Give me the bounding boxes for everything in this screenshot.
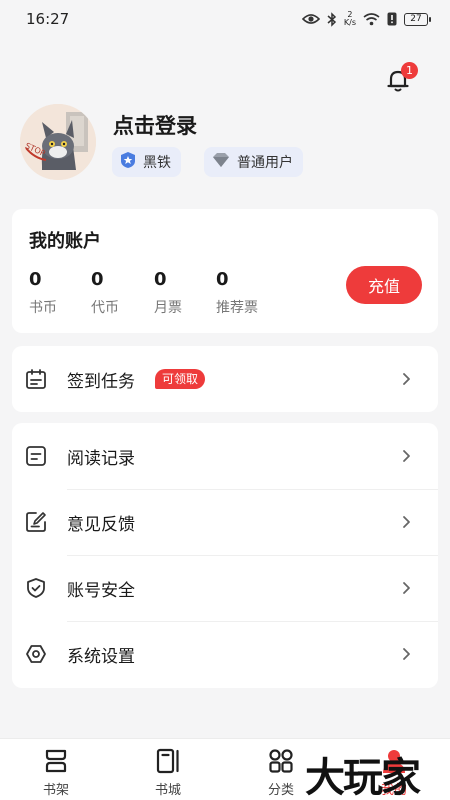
tab-bookstore[interactable]: 书城 xyxy=(143,747,193,798)
tab-label: 书架 xyxy=(42,783,69,798)
stat-value: 0 xyxy=(29,269,42,290)
login-prompt[interactable]: 点击登录 xyxy=(113,110,197,140)
profile-section: STOP 点击登录 黑铁 普通用户 xyxy=(20,104,430,184)
stat-recommend-tickets[interactable]: 0 推荐票 xyxy=(216,269,258,317)
bookshelf-icon xyxy=(45,749,67,773)
account-card: 我的账户 0 书币 0 代币 0 月票 0 推荐票 充值 xyxy=(12,209,438,333)
stat-label: 代币 xyxy=(91,300,119,316)
avatar[interactable]: STOP xyxy=(20,104,96,180)
tab-label: 分类 xyxy=(267,783,294,798)
eye-icon xyxy=(301,13,320,25)
menu-item-label: 意见反馈 xyxy=(67,514,135,535)
reading-history-icon xyxy=(26,446,46,466)
stat-label: 书币 xyxy=(29,300,57,316)
settings-icon xyxy=(26,645,46,663)
diamond-icon xyxy=(212,152,230,172)
status-time: 16:27 xyxy=(26,10,70,28)
chevron-right-icon xyxy=(403,373,410,385)
bluetooth-icon xyxy=(327,11,337,27)
user-type-label: 普通用户 xyxy=(237,155,293,171)
stat-value: 0 xyxy=(154,269,167,290)
menu-item-label: 阅读记录 xyxy=(67,448,135,469)
claimable-badge: 可领取 xyxy=(155,369,206,389)
recharge-button[interactable]: 充值 xyxy=(346,266,422,304)
shield-icon xyxy=(27,578,45,598)
watermark-logo: 大玩家 xyxy=(305,754,421,800)
tab-bookshelf[interactable]: 书架 xyxy=(31,747,81,798)
user-type-tag[interactable]: 普通用户 xyxy=(204,147,303,177)
status-icons: 2 K/s 27 xyxy=(301,10,431,27)
stat-book-coins[interactable]: 0 书币 xyxy=(29,269,57,317)
calendar-icon xyxy=(26,369,46,389)
menu-item-reading-history[interactable]: 阅读记录 xyxy=(12,423,438,489)
network-speed: 2 K/s xyxy=(343,10,356,27)
bookstore-icon xyxy=(156,748,179,774)
menu-item-label: 签到任务 xyxy=(67,371,135,392)
menu-item-feedback[interactable]: 意见反馈 xyxy=(12,489,438,555)
feedback-icon xyxy=(26,512,46,532)
rank-tag-label: 黑铁 xyxy=(143,155,171,171)
stat-monthly-tickets[interactable]: 0 月票 xyxy=(154,269,182,317)
stat-label: 月票 xyxy=(154,300,182,316)
stat-tokens[interactable]: 0 代币 xyxy=(91,269,119,317)
stat-label: 推荐票 xyxy=(216,300,258,316)
chevron-right-icon xyxy=(403,516,410,528)
menu-item-label: 账号安全 xyxy=(67,580,135,601)
rank-badge-icon xyxy=(120,151,136,173)
stat-value: 0 xyxy=(216,269,229,290)
menu-item-label: 系统设置 xyxy=(67,646,135,667)
menu-item-checkin-task[interactable]: 签到任务 可领取 xyxy=(12,346,438,412)
chevron-right-icon xyxy=(403,582,410,594)
menu-card: 阅读记录 意见反馈 账号安全 系统设置 xyxy=(12,423,438,688)
battery-icon: 27 xyxy=(404,12,431,26)
menu-item-system-settings[interactable]: 系统设置 xyxy=(12,621,438,687)
category-icon xyxy=(269,749,293,773)
rank-tag[interactable]: 黑铁 xyxy=(112,147,181,177)
chevron-right-icon xyxy=(403,450,410,462)
alert-icon xyxy=(387,12,397,26)
notification-badge: 1 xyxy=(401,62,418,79)
account-title: 我的账户 xyxy=(29,231,101,252)
menu-item-account-security[interactable]: 账号安全 xyxy=(12,555,438,621)
wifi-icon xyxy=(363,12,380,26)
tab-category[interactable]: 分类 xyxy=(256,747,306,798)
task-card: 签到任务 可领取 xyxy=(12,346,438,412)
stat-value: 0 xyxy=(91,269,104,290)
chevron-right-icon xyxy=(403,648,410,660)
tab-label: 书城 xyxy=(154,783,181,798)
status-bar: 16:27 2 K/s 27 xyxy=(0,0,450,38)
